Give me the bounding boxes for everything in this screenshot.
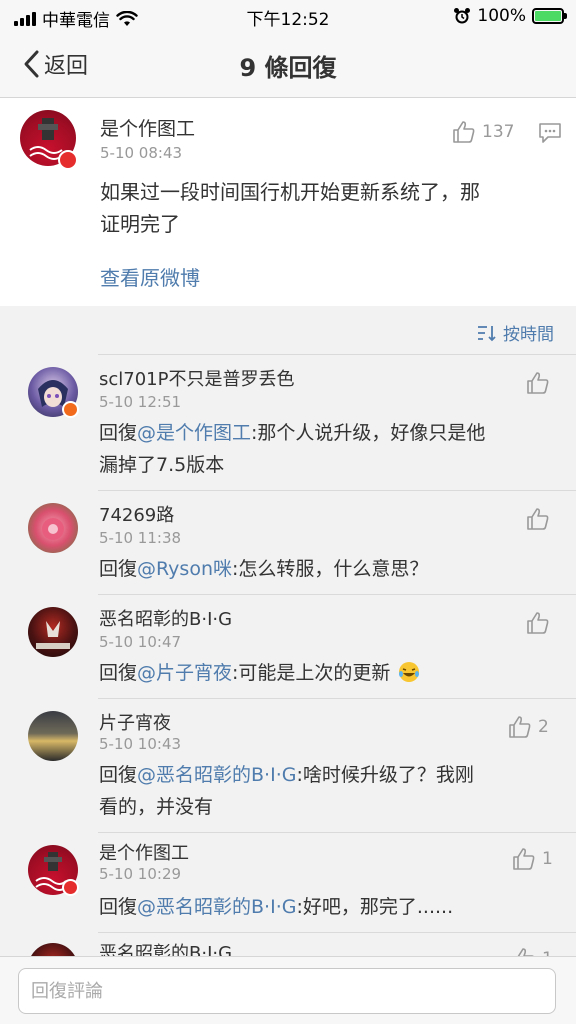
- comment-text: :可能是上次的更新: [232, 662, 391, 684]
- comment-like-button[interactable]: 1: [512, 847, 553, 871]
- comment-time: 5-10 10:47: [99, 633, 182, 651]
- page-title: 9 條回復: [239, 54, 337, 82]
- status-bar: 中華電信 下午12:52 100%: [0, 0, 576, 34]
- comment-time: 5-10 12:51: [99, 393, 182, 411]
- comment-text: :怎么转服，什么意思？: [232, 558, 429, 580]
- verified-badge: [58, 150, 78, 170]
- sort-icon: [478, 325, 496, 341]
- comment-body: 回復@恶名昭彰的B·I·G:啥时候升级了？我刚 看的，并没有: [99, 759, 559, 823]
- mention-link[interactable]: @恶名昭彰的B·I·G: [137, 896, 296, 918]
- comment-author[interactable]: scl701P不只是普罗丢色: [99, 365, 295, 391]
- comment-like-button[interactable]: 2: [508, 715, 549, 739]
- comment-item: 74269路 5-10 11:38 回復@Ryson咪:怎么转服，什么意思？: [0, 491, 576, 595]
- comment-author[interactable]: 片子宵夜: [99, 709, 171, 735]
- sort-label: 按時間: [503, 325, 554, 345]
- comment-time: 5-10 11:38: [99, 529, 182, 547]
- thumbs-up-icon: [453, 121, 475, 143]
- post-text-line: 如果过一段时间国行机开始更新系统了，那: [100, 180, 480, 204]
- comment-item: 是个作图工 5-10 10:29 1 回復@恶名昭彰的B·I·G:好吧，那完了.…: [0, 833, 576, 933]
- comment-author[interactable]: 恶名昭彰的B·I·G: [99, 939, 232, 956]
- reply-prefix: 回復: [99, 662, 138, 684]
- avatar[interactable]: [28, 943, 78, 956]
- comment-item: 恶名昭彰的B·I·G 1: [0, 933, 576, 956]
- comment-time: 5-10 10:43: [99, 735, 182, 753]
- comment-text: :那个人说升级，好像只是他: [251, 422, 486, 444]
- post-like-button[interactable]: 137: [452, 120, 514, 144]
- reply-input[interactable]: [18, 968, 556, 1014]
- reply-prefix: 回復: [99, 558, 138, 580]
- comment-time: 5-10 10:29: [99, 865, 182, 883]
- thumbs-up-icon[interactable]: [526, 507, 550, 531]
- mention-link[interactable]: @恶名昭彰的B·I·G: [137, 764, 296, 786]
- comment-icon[interactable]: [538, 122, 562, 144]
- comment-body: 回復@片子宵夜:可能是上次的更新: [99, 657, 559, 689]
- thumbs-up-icon[interactable]: [526, 371, 550, 395]
- status-right: 100%: [453, 6, 567, 26]
- post-time: 5-10 08:43: [100, 144, 183, 162]
- comment-author[interactable]: 是个作图工: [99, 839, 189, 865]
- comment-like-button[interactable]: 1: [512, 947, 553, 956]
- view-original-link[interactable]: 查看原微博: [100, 262, 200, 291]
- mention-link[interactable]: @片子宵夜: [137, 662, 232, 684]
- comment-item: 恶名昭彰的B·I·G 5-10 10:47 回復@片子宵夜:可能是上次的更新: [0, 595, 576, 699]
- avatar[interactable]: [28, 607, 78, 657]
- mention-link[interactable]: @Ryson咪: [137, 558, 232, 580]
- thumbs-up-icon[interactable]: [526, 611, 550, 635]
- comment-body: 回復@恶名昭彰的B·I·G:好吧，那完了......: [99, 891, 559, 923]
- reply-prefix: 回復: [99, 764, 138, 786]
- mention-link[interactable]: @是个作图工: [137, 422, 251, 444]
- comment-author[interactable]: 74269路: [99, 501, 174, 527]
- battery-icon: [532, 8, 567, 24]
- comment-text: 看的，并没有: [99, 796, 214, 818]
- comment-like-count: 1: [542, 949, 553, 956]
- post-author[interactable]: 是个作图工: [100, 114, 195, 141]
- thumbs-up-icon: [509, 716, 531, 738]
- sort-button[interactable]: 按時間: [477, 320, 554, 345]
- comment-like-count: 1: [542, 849, 553, 869]
- comment-body: 回復@Ryson咪:怎么转服，什么意思？: [99, 553, 559, 585]
- comment-like-count: 2: [538, 717, 549, 737]
- nav-bar: 返回 9 條回復: [0, 34, 576, 98]
- reply-prefix: 回復: [99, 896, 138, 918]
- comment-author[interactable]: 恶名昭彰的B·I·G: [99, 605, 232, 631]
- comment-body: 回復@是个作图工:那个人说升级，好像只是他 漏掉了7.5版本: [99, 417, 559, 481]
- comment-item: 片子宵夜 5-10 10:43 2 回復@恶名昭彰的B·I·G:啥时候升级了？我…: [0, 699, 576, 833]
- laughing-crying-emoji-icon: [399, 662, 420, 682]
- avatar[interactable]: [28, 503, 78, 553]
- comment-text: :好吧，那完了......: [296, 896, 454, 918]
- verified-badge: [62, 879, 79, 896]
- post-body: 如果过一段时间国行机开始更新系统了，那 证明完了: [100, 176, 560, 240]
- comment-text: 漏掉了7.5版本: [99, 454, 225, 476]
- comment-item: scl701P不只是普罗丢色 5-10 12:51 回復@是个作图工:那个人说升…: [0, 355, 576, 491]
- thumbs-up-icon: [517, 948, 534, 956]
- avatar[interactable]: [28, 711, 78, 761]
- reply-prefix: 回復: [99, 422, 138, 444]
- post-text-line: 证明完了: [100, 212, 180, 236]
- battery-percent: 100%: [477, 6, 526, 26]
- reply-input-bar: [0, 956, 576, 1024]
- alarm-icon: [454, 8, 471, 24]
- post-like-count: 137: [482, 122, 515, 142]
- main-post: 是个作图工 5-10 08:43 137 如果过一段时间国行机开始更新系统了，那…: [0, 98, 576, 306]
- verified-badge: [62, 401, 79, 418]
- comment-text: :啥时候升级了？我刚: [296, 764, 474, 786]
- thumbs-up-icon: [513, 848, 535, 870]
